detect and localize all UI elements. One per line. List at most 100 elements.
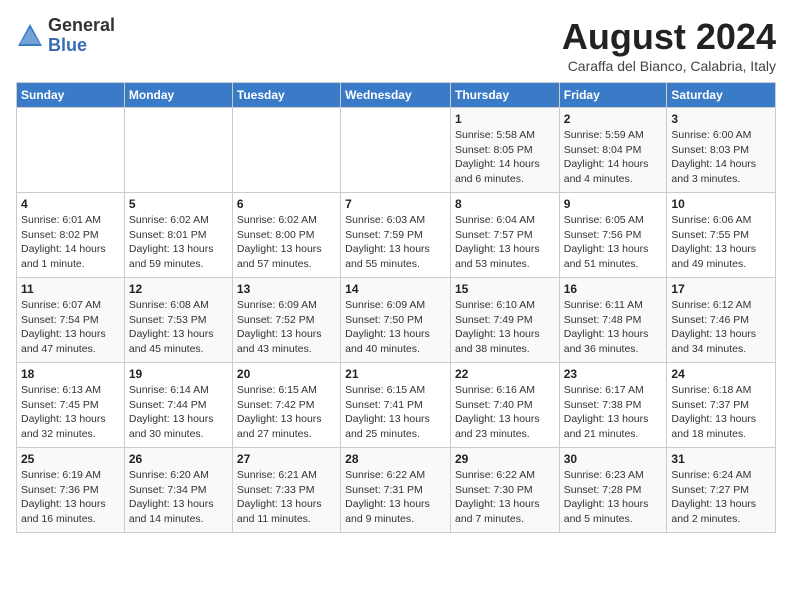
day-number: 19 [129, 367, 228, 381]
day-number: 8 [455, 197, 555, 211]
weekday-header-sunday: Sunday [17, 83, 125, 108]
weekday-header-saturday: Saturday [667, 83, 776, 108]
day-detail: Sunrise: 6:14 AM Sunset: 7:44 PM Dayligh… [129, 383, 228, 442]
calendar-cell: 7 Sunrise: 6:03 AM Sunset: 7:59 PM Daylig… [341, 193, 451, 278]
day-number: 15 [455, 282, 555, 296]
week-row-2: 11 Sunrise: 6:07 AM Sunset: 7:54 PM Dayli… [17, 278, 776, 363]
calendar-cell: 13Sunrise: 6:09 AM Sunset: 7:52 PM Dayli… [232, 278, 340, 363]
day-detail: Sunrise: 6:02 AM Sunset: 8:00 PM Dayligh… [237, 213, 336, 272]
day-detail: Sunrise: 6:17 AM Sunset: 7:38 PM Dayligh… [564, 383, 663, 442]
day-number: 16 [564, 282, 663, 296]
day-number: 25 [21, 452, 120, 466]
day-detail: Sunrise: 6:23 AM Sunset: 7:28 PM Dayligh… [564, 468, 663, 527]
day-detail: Sunrise: 6:10 AM Sunset: 7:49 PM Dayligh… [455, 298, 555, 357]
day-detail: Sunrise: 6:00 AM Sunset: 8:03 PM Dayligh… [671, 128, 771, 187]
day-detail: Sunrise: 6:19 AM Sunset: 7:36 PM Dayligh… [21, 468, 120, 527]
calendar-body: 1Sunrise: 5:58 AM Sunset: 8:05 PM Daylig… [17, 108, 776, 533]
calendar-cell [232, 108, 340, 193]
day-detail: Sunrise: 6:15 AM Sunset: 7:42 PM Dayligh… [237, 383, 336, 442]
weekday-header-wednesday: Wednesday [341, 83, 451, 108]
week-row-0: 1Sunrise: 5:58 AM Sunset: 8:05 PM Daylig… [17, 108, 776, 193]
day-detail: Sunrise: 6:07 AM Sunset: 7:54 PM Dayligh… [21, 298, 120, 357]
weekday-header-friday: Friday [559, 83, 667, 108]
weekday-header-monday: Monday [124, 83, 232, 108]
day-number: 9 [564, 197, 663, 211]
calendar-cell: 29 Sunrise: 6:22 AM Sunset: 7:30 PM Dayli… [450, 448, 559, 533]
calendar-cell: 26 Sunrise: 6:20 AM Sunset: 7:34 PM Dayli… [124, 448, 232, 533]
calendar-cell: 27Sunrise: 6:21 AM Sunset: 7:33 PM Dayli… [232, 448, 340, 533]
day-number: 21 [345, 367, 446, 381]
calendar-cell: 31 Sunrise: 6:24 AM Sunset: 7:27 PM Dayli… [667, 448, 776, 533]
calendar-header: SundayMondayTuesdayWednesdayThursdayFrid… [17, 83, 776, 108]
calendar-cell [124, 108, 232, 193]
day-detail: Sunrise: 6:22 AM Sunset: 7:30 PM Dayligh… [455, 468, 555, 527]
calendar-cell [17, 108, 125, 193]
day-detail: Sunrise: 6:04 AM Sunset: 7:57 PM Dayligh… [455, 213, 555, 272]
calendar-cell: 21 Sunrise: 6:15 AM Sunset: 7:41 PM Dayli… [341, 363, 451, 448]
day-number: 31 [671, 452, 771, 466]
calendar-cell: 4 Sunrise: 6:01 AM Sunset: 8:02 PM Daylig… [17, 193, 125, 278]
day-number: 4 [21, 197, 120, 211]
day-number: 2 [564, 112, 663, 126]
calendar-cell: 25 Sunrise: 6:19 AM Sunset: 7:36 PM Dayli… [17, 448, 125, 533]
title-block: August 2024 Caraffa del Bianco, Calabria… [562, 16, 776, 74]
day-detail: Sunrise: 6:20 AM Sunset: 7:34 PM Dayligh… [129, 468, 228, 527]
day-number: 23 [564, 367, 663, 381]
calendar-table: SundayMondayTuesdayWednesdayThursdayFrid… [16, 82, 776, 533]
location: Caraffa del Bianco, Calabria, Italy [562, 58, 776, 74]
day-number: 13 [237, 282, 336, 296]
day-detail: Sunrise: 6:16 AM Sunset: 7:40 PM Dayligh… [455, 383, 555, 442]
day-detail: Sunrise: 6:24 AM Sunset: 7:27 PM Dayligh… [671, 468, 771, 527]
day-number: 14 [345, 282, 446, 296]
day-detail: Sunrise: 6:03 AM Sunset: 7:59 PM Dayligh… [345, 213, 446, 272]
calendar-cell: 15 Sunrise: 6:10 AM Sunset: 7:49 PM Dayli… [450, 278, 559, 363]
day-detail: Sunrise: 6:12 AM Sunset: 7:46 PM Dayligh… [671, 298, 771, 357]
day-detail: Sunrise: 6:18 AM Sunset: 7:37 PM Dayligh… [671, 383, 771, 442]
day-detail: Sunrise: 6:05 AM Sunset: 7:56 PM Dayligh… [564, 213, 663, 272]
day-number: 7 [345, 197, 446, 211]
day-number: 10 [671, 197, 771, 211]
page-header: General Blue August 2024 Caraffa del Bia… [16, 16, 776, 74]
calendar-cell: 10 Sunrise: 6:06 AM Sunset: 7:55 PM Dayli… [667, 193, 776, 278]
calendar-cell: 17Sunrise: 6:12 AM Sunset: 7:46 PM Dayli… [667, 278, 776, 363]
calendar-cell: 8 Sunrise: 6:04 AM Sunset: 7:57 PM Daylig… [450, 193, 559, 278]
day-number: 29 [455, 452, 555, 466]
weekday-header-thursday: Thursday [450, 83, 559, 108]
weekday-header-tuesday: Tuesday [232, 83, 340, 108]
calendar-cell: 23 Sunrise: 6:17 AM Sunset: 7:38 PM Dayli… [559, 363, 667, 448]
calendar-cell: 6 Sunrise: 6:02 AM Sunset: 8:00 PM Daylig… [232, 193, 340, 278]
calendar-cell: 18Sunrise: 6:13 AM Sunset: 7:45 PM Dayli… [17, 363, 125, 448]
logo: General Blue [16, 16, 115, 56]
day-number: 26 [129, 452, 228, 466]
calendar-cell: 24Sunrise: 6:18 AM Sunset: 7:37 PM Dayli… [667, 363, 776, 448]
day-detail: Sunrise: 6:08 AM Sunset: 7:53 PM Dayligh… [129, 298, 228, 357]
day-detail: Sunrise: 6:09 AM Sunset: 7:50 PM Dayligh… [345, 298, 446, 357]
day-detail: Sunrise: 6:15 AM Sunset: 7:41 PM Dayligh… [345, 383, 446, 442]
day-detail: Sunrise: 6:11 AM Sunset: 7:48 PM Dayligh… [564, 298, 663, 357]
day-number: 18 [21, 367, 120, 381]
day-number: 20 [237, 367, 336, 381]
day-number: 30 [564, 452, 663, 466]
week-row-1: 4 Sunrise: 6:01 AM Sunset: 8:02 PM Daylig… [17, 193, 776, 278]
day-detail: Sunrise: 6:01 AM Sunset: 8:02 PM Dayligh… [21, 213, 120, 272]
day-detail: Sunrise: 5:59 AM Sunset: 8:04 PM Dayligh… [564, 128, 663, 187]
calendar-cell: 14 Sunrise: 6:09 AM Sunset: 7:50 PM Dayli… [341, 278, 451, 363]
day-number: 27 [237, 452, 336, 466]
day-detail: Sunrise: 6:22 AM Sunset: 7:31 PM Dayligh… [345, 468, 446, 527]
month-year: August 2024 [562, 16, 776, 58]
calendar-cell: 16 Sunrise: 6:11 AM Sunset: 7:48 PM Dayli… [559, 278, 667, 363]
calendar-cell: 2 Sunrise: 5:59 AM Sunset: 8:04 PM Daylig… [559, 108, 667, 193]
day-detail: Sunrise: 6:06 AM Sunset: 7:55 PM Dayligh… [671, 213, 771, 272]
calendar-cell: 3Sunrise: 6:00 AM Sunset: 8:03 PM Daylig… [667, 108, 776, 193]
calendar-cell: 22 Sunrise: 6:16 AM Sunset: 7:40 PM Dayli… [450, 363, 559, 448]
day-number: 6 [237, 197, 336, 211]
calendar-cell [341, 108, 451, 193]
day-number: 28 [345, 452, 446, 466]
calendar-cell: 5Sunrise: 6:02 AM Sunset: 8:01 PM Daylig… [124, 193, 232, 278]
day-number: 22 [455, 367, 555, 381]
day-number: 12 [129, 282, 228, 296]
day-detail: Sunrise: 5:58 AM Sunset: 8:05 PM Dayligh… [455, 128, 555, 187]
day-number: 11 [21, 282, 120, 296]
calendar-cell: 9 Sunrise: 6:05 AM Sunset: 7:56 PM Daylig… [559, 193, 667, 278]
calendar-cell: 30 Sunrise: 6:23 AM Sunset: 7:28 PM Dayli… [559, 448, 667, 533]
